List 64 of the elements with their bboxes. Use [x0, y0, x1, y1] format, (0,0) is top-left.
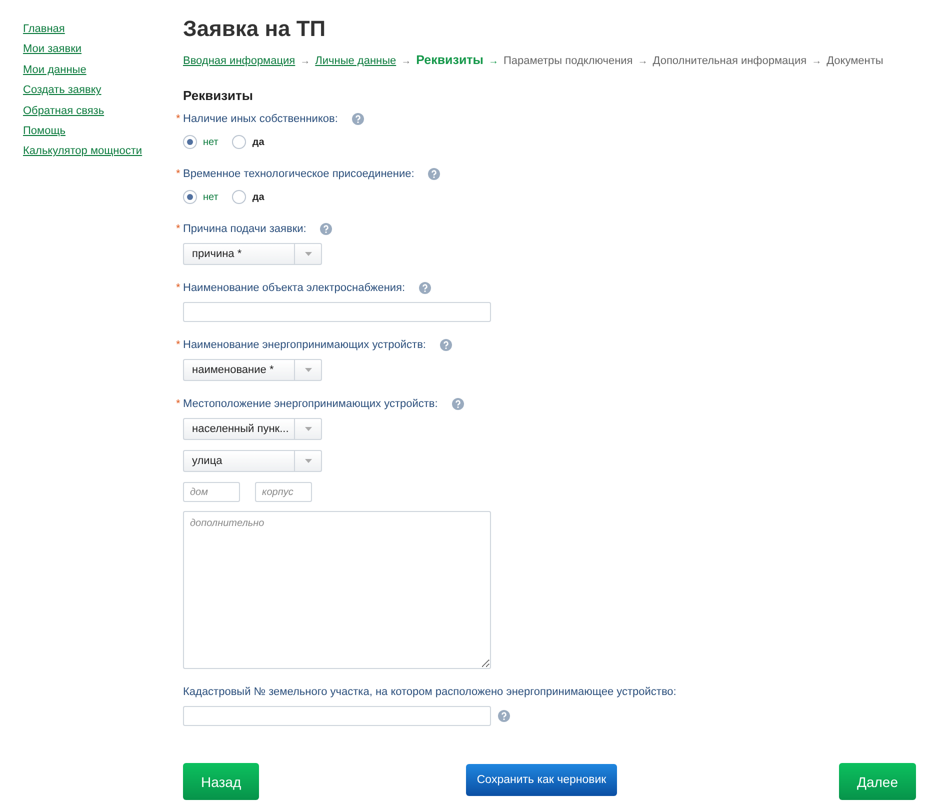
- help-icon[interactable]: [452, 398, 464, 410]
- nav-button[interactable]: Далее: [838, 763, 916, 800]
- option-label: нет: [203, 192, 218, 202]
- page-title: Заявка на ТП: [183, 16, 326, 42]
- arrow-icon: →: [488, 56, 498, 67]
- option-label: нет: [203, 136, 218, 148]
- sidebar-link[interactable]: Создать заявку: [23, 83, 102, 98]
- caret-icon: [304, 459, 312, 463]
- help-icon[interactable]: [428, 168, 440, 180]
- step-label: Документы: [826, 55, 884, 67]
- required-asterisk: *: [176, 339, 182, 351]
- option-label: да: [252, 192, 264, 202]
- dropdown[interactable]: населенный пунк...: [183, 418, 322, 440]
- step-label: Параметры подключения: [503, 55, 633, 67]
- sidebar-link[interactable]: Калькулятор мощности: [23, 144, 142, 158]
- dropdown[interactable]: улица: [183, 450, 322, 472]
- radio-button[interactable]: [232, 135, 246, 149]
- sidebar-link[interactable]: Мои заявки: [23, 42, 82, 56]
- help-icon[interactable]: [352, 113, 364, 125]
- step-label: Реквизиты: [416, 53, 484, 67]
- caret-icon: [304, 427, 312, 431]
- input-field[interactable]: корпус: [255, 482, 312, 502]
- sidebar-link[interactable]: Помощь: [23, 124, 66, 138]
- dropdown[interactable]: причина *: [183, 243, 322, 265]
- field-label: Наименование энергопринимающих устройств:: [183, 339, 426, 351]
- field-label: Местоположение энергопринимающих устройств:: [183, 398, 438, 410]
- input-field[interactable]: дом: [183, 482, 240, 502]
- required-asterisk: *: [176, 282, 182, 294]
- caret-icon: [304, 368, 312, 372]
- arrow-icon: →: [401, 56, 412, 67]
- sidebar-link[interactable]: Обратная связь: [23, 104, 104, 118]
- required-asterisk: *: [176, 113, 182, 125]
- field-label: Причина подачи заявки:: [183, 223, 306, 235]
- step-link[interactable]: Личные данные: [315, 55, 396, 67]
- arrow-icon: →: [638, 56, 648, 67]
- save-draft-button[interactable]: Сохранить как черновик: [466, 764, 618, 796]
- radio-button[interactable]: [183, 190, 197, 204]
- radio-button[interactable]: [232, 190, 246, 204]
- input-field[interactable]: [183, 302, 491, 322]
- caret-icon: [304, 252, 312, 256]
- sidebar-link[interactable]: Главная: [23, 22, 65, 36]
- input-field[interactable]: [183, 706, 491, 726]
- field-label: Наименование объекта электроснабжения:: [183, 282, 406, 294]
- radio-button[interactable]: [183, 135, 197, 149]
- nav-button[interactable]: Назад: [183, 763, 260, 800]
- arrow-icon: →: [300, 56, 310, 67]
- step-link[interactable]: Вводная информация: [183, 55, 296, 67]
- step-label: Дополнительная информация: [652, 55, 807, 67]
- help-icon[interactable]: [498, 710, 510, 722]
- help-icon[interactable]: [419, 282, 432, 294]
- arrow-icon: →: [812, 56, 822, 67]
- field-label: Временное технологическое присоединение:: [183, 168, 414, 180]
- help-icon[interactable]: [440, 339, 452, 351]
- required-asterisk: *: [176, 223, 182, 235]
- sidebar-link[interactable]: Мои данные: [23, 62, 86, 77]
- required-asterisk: *: [176, 398, 182, 410]
- dropdown[interactable]: наименование *: [183, 359, 322, 381]
- required-asterisk: *: [176, 168, 182, 180]
- text-area[interactable]: дополнительно: [183, 511, 491, 669]
- section-title: Реквизиты: [183, 88, 253, 103]
- help-icon[interactable]: [320, 223, 332, 235]
- option-label: да: [252, 136, 264, 148]
- field-label: Наличие иных собственников:: [183, 113, 338, 125]
- field-label: Кадастровый № земельного участка, на котором расположено энергопринимающее устройство:: [183, 686, 676, 698]
